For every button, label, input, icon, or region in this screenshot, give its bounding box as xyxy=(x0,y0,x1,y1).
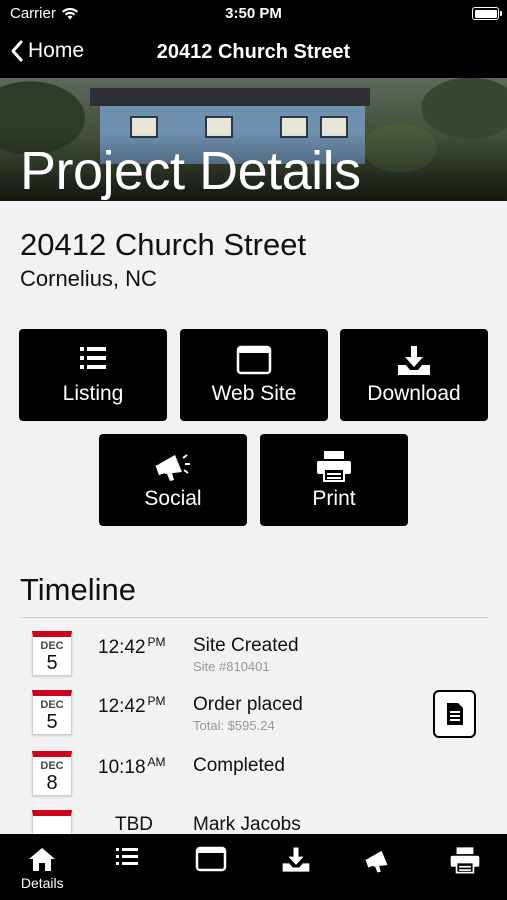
address-city: Cornelius, NC xyxy=(20,266,157,291)
tab-details-label: Details xyxy=(20,875,64,891)
website-button[interactable]: Web Site xyxy=(180,329,328,421)
status-time: 3:50 PM xyxy=(225,5,282,22)
calendar-day: 5 xyxy=(46,711,58,733)
social-button-label: Social xyxy=(144,487,202,510)
status-bar: Carrier 3:50 PM xyxy=(0,0,507,30)
print-button-label: Print xyxy=(312,487,356,510)
list-icon xyxy=(80,347,106,369)
megaphone-icon xyxy=(365,850,388,873)
calendar-icon: DEC 5 xyxy=(32,690,72,735)
tab-download[interactable] xyxy=(254,834,339,900)
event-subtitle: Total: $595.24 xyxy=(193,718,275,733)
calendar-day: 5 xyxy=(46,652,58,674)
calendar-month: DEC xyxy=(40,699,64,711)
event-title: Completed xyxy=(193,755,285,776)
event-time: 10:18 AM xyxy=(98,755,166,778)
download-icon xyxy=(282,847,310,872)
document-icon xyxy=(446,703,463,725)
project-details-content: 20412 Church Street Cornelius, NC Listin… xyxy=(0,201,507,834)
timeline-row: DEC 5 12:42 PM Site Created Site #810401 xyxy=(0,631,507,691)
timeline-row: DEC 8 10:18 AM Completed xyxy=(0,751,507,811)
home-icon xyxy=(29,848,56,871)
megaphone-icon xyxy=(155,454,190,481)
calendar-icon: 3 xyxy=(32,810,72,834)
print-button[interactable]: Print xyxy=(260,434,408,526)
battery-icon xyxy=(472,7,502,20)
calendar-icon: DEC 5 xyxy=(32,631,72,676)
list-icon xyxy=(115,848,138,865)
download-button-label: Download xyxy=(367,382,461,405)
divider xyxy=(20,617,489,618)
calendar-day: 8 xyxy=(46,772,58,794)
tab-website[interactable] xyxy=(169,834,254,900)
timeline-row: 3 TBD Mark Jacobs xyxy=(0,810,507,834)
tab-listing[interactable] xyxy=(85,834,170,900)
navigation-bar: Home 20412 Church Street xyxy=(0,30,507,78)
listing-button[interactable]: Listing xyxy=(19,329,167,421)
hero-title: Project Details xyxy=(20,141,361,201)
address-street: 20412 Church Street xyxy=(20,227,307,262)
calendar-month: DEC xyxy=(40,640,64,652)
event-time: 12:42 PM xyxy=(98,694,166,717)
tab-print[interactable] xyxy=(423,834,507,900)
hero-banner: Project Details xyxy=(0,78,507,201)
printer-icon xyxy=(317,451,351,482)
calendar-icon: DEC 8 xyxy=(32,751,72,796)
listing-button-label: Listing xyxy=(62,382,124,405)
event-title: Site Created xyxy=(193,635,299,656)
event-time: TBD xyxy=(115,814,153,834)
tab-social[interactable] xyxy=(338,834,423,900)
page-title: 20412 Church Street xyxy=(156,41,351,63)
download-icon xyxy=(398,346,430,375)
printer-icon xyxy=(450,847,480,874)
event-time: 12:42 PM xyxy=(98,635,166,658)
event-title: Mark Jacobs xyxy=(193,814,301,834)
social-button[interactable]: Social xyxy=(99,434,247,526)
website-button-label: Web Site xyxy=(211,382,297,405)
event-subtitle: Site #810401 xyxy=(193,659,270,674)
browser-window-icon xyxy=(236,345,272,375)
tab-details[interactable]: Details xyxy=(0,834,85,900)
download-button[interactable]: Download xyxy=(340,329,488,421)
tab-bar: Details xyxy=(0,834,507,900)
timeline-heading: Timeline xyxy=(20,572,136,607)
calendar-month: DEC xyxy=(40,760,64,772)
invoice-document-button[interactable] xyxy=(433,690,476,738)
timeline-row: DEC 5 12:42 PM Order placed Total: $595.2… xyxy=(0,690,507,750)
event-title: Order placed xyxy=(193,694,303,715)
browser-window-icon xyxy=(196,846,227,872)
